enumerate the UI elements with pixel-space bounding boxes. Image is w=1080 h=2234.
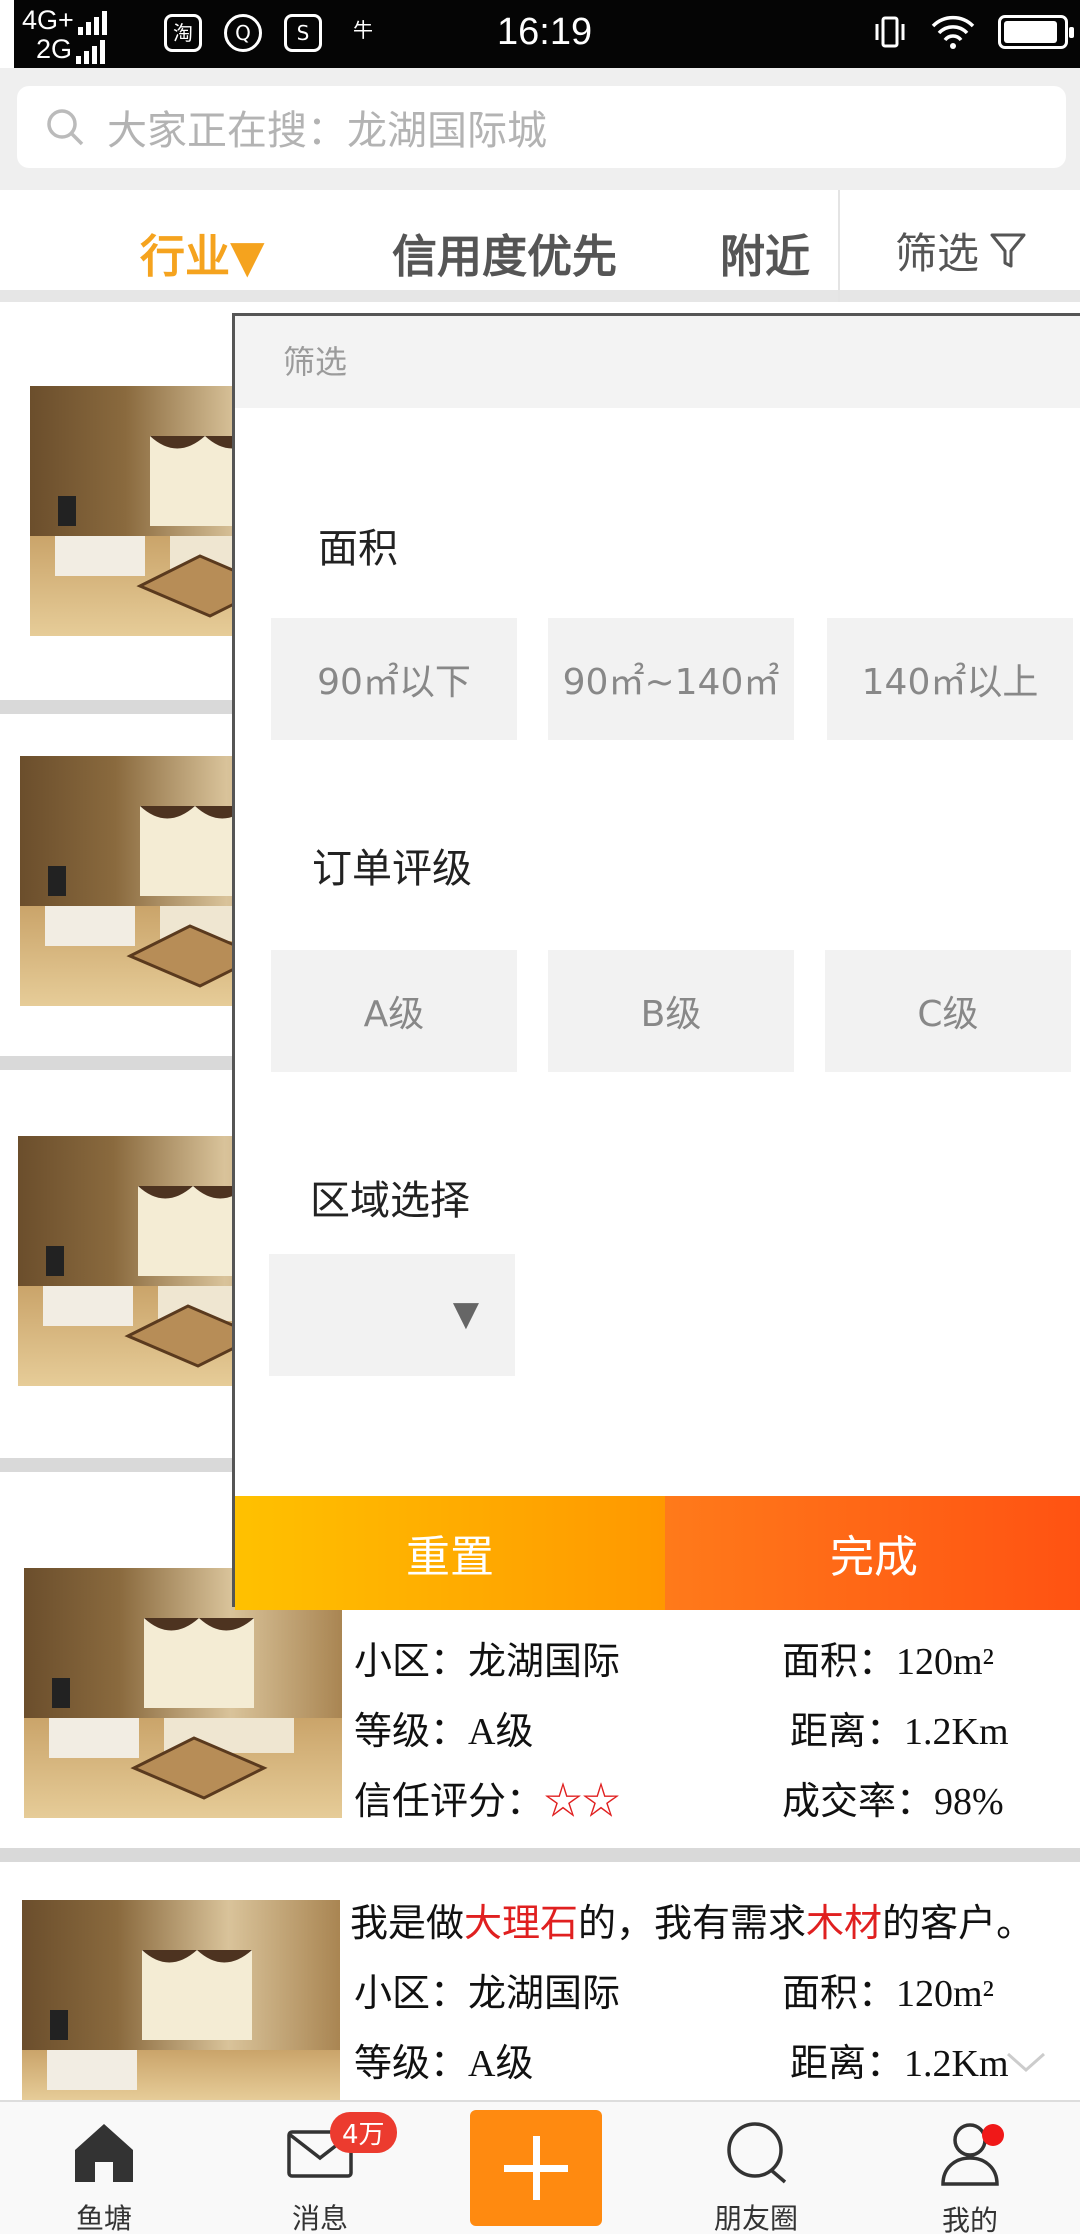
nav-friends-label: 朋友圈: [713, 2202, 798, 2234]
tab-industry[interactable]: 行业▼: [140, 220, 265, 285]
search-placeholder: 大家正在搜：龙湖国际城: [107, 108, 547, 154]
trust-score: 信任评分：☆☆: [354, 1770, 620, 1825]
area-option-below-90[interactable]: 90㎡以下: [271, 618, 517, 740]
search-icon: [47, 109, 84, 146]
network-indicator: 4G+ 2G: [22, 6, 107, 64]
nav-mine[interactable]: 我的: [900, 2120, 1040, 2234]
list-separator: [0, 1848, 1080, 1862]
chevron-down-icon[interactable]: [1004, 2050, 1048, 2076]
trust-stars: ☆☆: [544, 1781, 621, 1823]
add-button[interactable]: [470, 2110, 602, 2226]
wifi-icon: [931, 15, 975, 49]
list-item[interactable]: 我是做大理石的，我有需求木材的客户。 小区：龙湖国际 面积：120m² 等级：A…: [0, 1862, 1080, 2100]
notification-dot: [982, 2124, 1004, 2146]
signal-icon: [77, 11, 107, 35]
status-bar: 4G+ 2G 淘 Q S 牛 16:19: [14, 0, 1080, 68]
trust-score-label: 信任评分：: [354, 1781, 545, 1823]
community-text: 小区：龙湖国际: [354, 1641, 621, 1683]
vibrate-icon: [875, 16, 905, 48]
network-2g-label: 2G: [36, 34, 73, 64]
grade-option-c[interactable]: C级: [825, 950, 1071, 1072]
listing-info: 我是做大理石的，我有需求木材的客户。 小区：龙湖国际 面积：120m² 等级：A…: [350, 1862, 1070, 2100]
taobao-icon: 淘: [164, 14, 202, 52]
grade-section-title: 订单评级: [312, 846, 472, 892]
grade-text: 等级：A级: [354, 1711, 534, 1753]
region-select[interactable]: ▼: [269, 1254, 515, 1376]
messages-badge: 4万: [330, 2112, 397, 2153]
area-text: 面积：120m²: [782, 1641, 994, 1683]
area-section-title: 面积: [318, 526, 398, 572]
tab-credit-priority[interactable]: 信用度优先: [392, 220, 617, 285]
filter-panel: 筛选 面积 90㎡以下 90㎡~140㎡ 140㎡以上 订单评级 A级 B级 C…: [232, 313, 1080, 1610]
grade-option-a[interactable]: A级: [271, 950, 517, 1072]
nav-pond[interactable]: 鱼塘: [34, 2120, 174, 2234]
bottom-nav: 鱼塘 消息 4万 朋友圈 我的: [0, 2100, 1080, 2234]
region-section-title: 区域选择: [310, 1178, 470, 1224]
qq-icon: Q: [224, 14, 262, 52]
signal-icon: [76, 40, 106, 64]
search-input[interactable]: 大家正在搜：龙湖国际城: [17, 86, 1066, 168]
area-text: 面积：120m²: [782, 1973, 994, 2015]
area-option-above-140[interactable]: 140㎡以上: [827, 618, 1073, 740]
caret-down-icon: ▼: [452, 1294, 479, 1334]
distance-text: 距离：1.2Km: [790, 2043, 1009, 2085]
desc-suffix: 的客户。: [882, 1903, 1035, 1945]
grade-option-b[interactable]: B级: [548, 950, 794, 1072]
home-icon: [75, 2124, 133, 2182]
desc-prefix: 我是做: [350, 1903, 465, 1945]
living-room-thumbnail: [22, 1900, 340, 2100]
tab-filter[interactable]: 筛选: [895, 220, 1027, 281]
listing-description: 我是做大理石的，我有需求木材的客户。: [350, 1892, 1034, 1947]
filter-tabs: 行业▼ 信用度优先 附近 筛选: [0, 190, 1080, 302]
cow-app-icon: 牛: [353, 18, 373, 42]
clock: 16:19: [497, 11, 593, 53]
desc-material: 大理石: [464, 1903, 579, 1945]
done-button[interactable]: 完成: [665, 1496, 1080, 1610]
nav-friends[interactable]: 朋友圈: [686, 2120, 826, 2234]
deal-rate-text: 成交率：98%: [782, 1781, 1004, 1823]
search-circle-icon: [727, 2122, 787, 2184]
nav-pond-label: 鱼塘: [75, 2202, 132, 2234]
search-area: 大家正在搜：龙湖国际城: [0, 68, 1080, 190]
nav-messages-label: 消息: [291, 2202, 348, 2234]
tab-divider: [838, 190, 840, 302]
desc-need: 木材: [806, 1903, 883, 1945]
reset-button[interactable]: 重置: [235, 1496, 665, 1610]
nav-mine-label: 我的: [941, 2204, 998, 2234]
s-app-icon: S: [284, 14, 322, 52]
network-4g-label: 4G+: [22, 5, 74, 35]
desc-mid: 的，我有需求: [578, 1903, 807, 1945]
battery-icon: [998, 15, 1074, 49]
filter-funnel-icon: [990, 233, 1026, 267]
distance-text: 距离：1.2Km: [790, 1711, 1009, 1753]
panel-header: 筛选: [235, 316, 1080, 408]
tab-filter-label: 筛选: [895, 229, 980, 278]
area-option-90-140[interactable]: 90㎡~140㎡: [548, 618, 794, 740]
community-text: 小区：龙湖国际: [354, 1973, 621, 2015]
grade-text: 等级：A级: [354, 2043, 534, 2085]
tab-nearby[interactable]: 附近: [720, 220, 810, 285]
